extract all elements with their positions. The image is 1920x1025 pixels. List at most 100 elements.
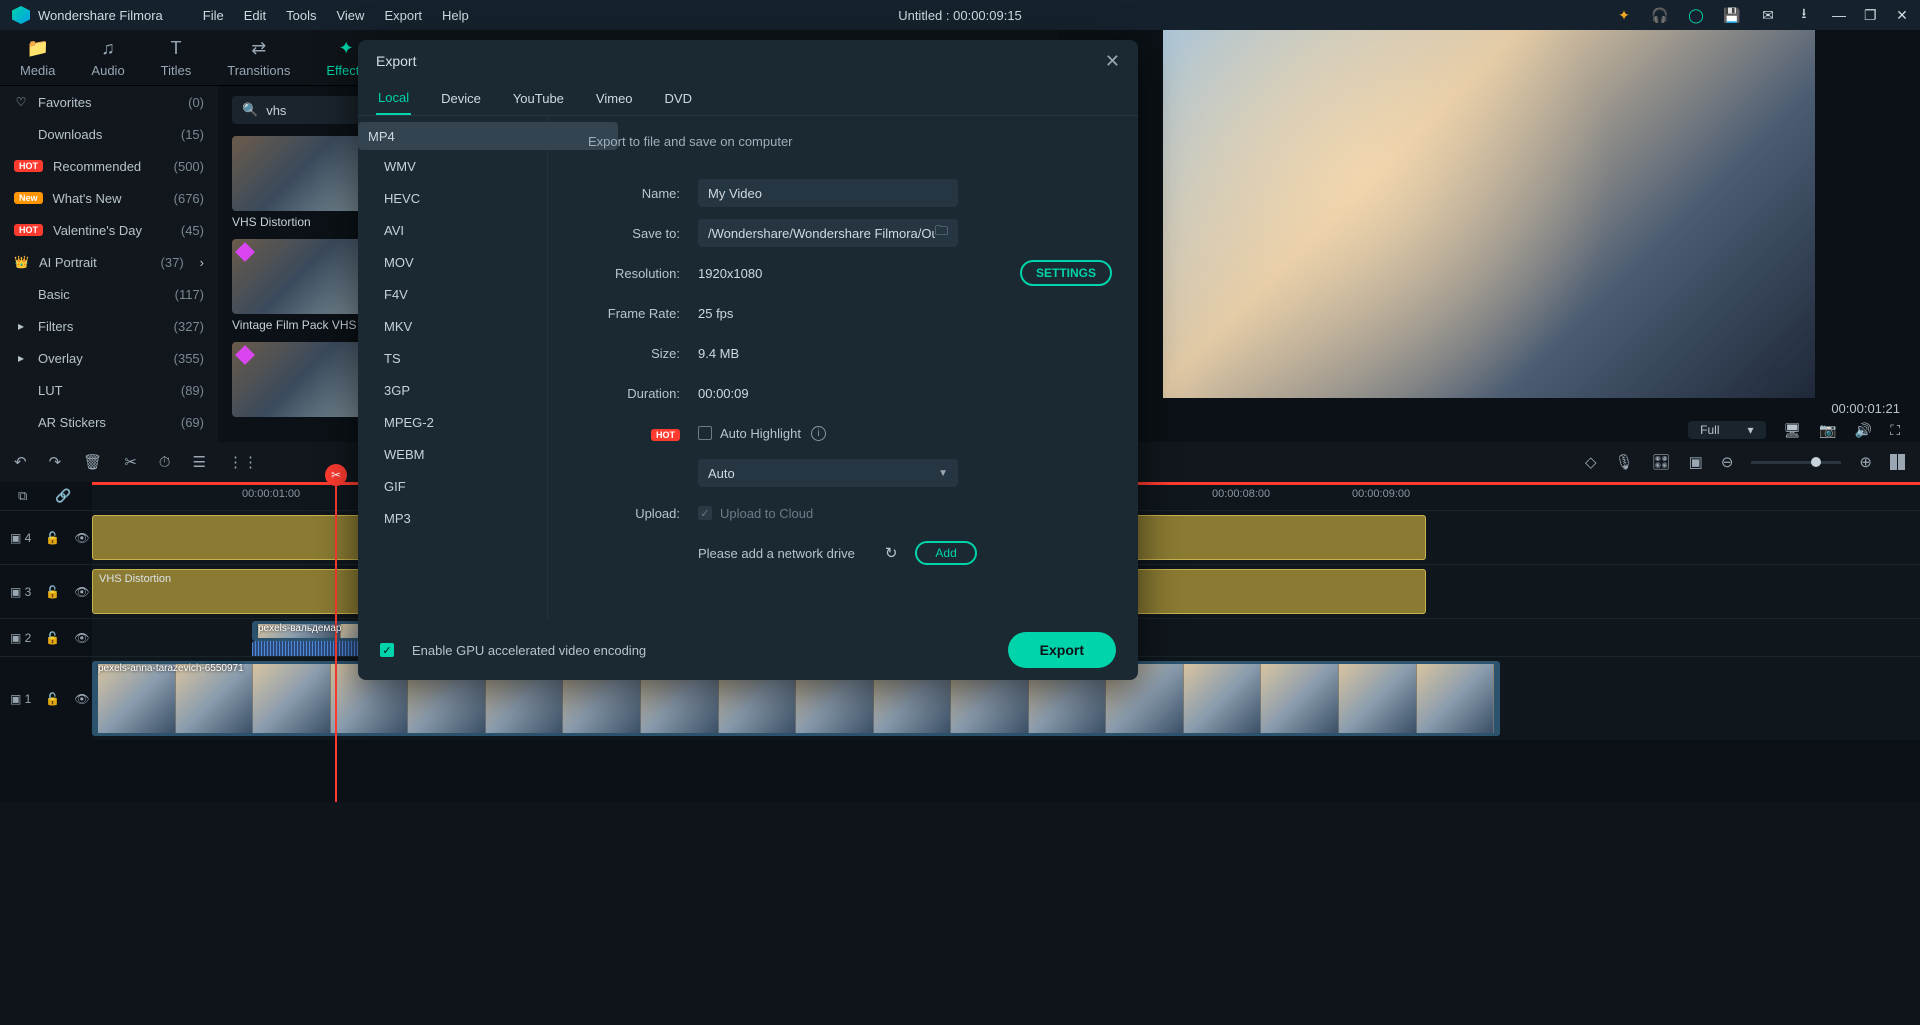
tab-audio[interactable]: ♫Audio xyxy=(91,38,124,78)
volume-icon[interactable]: 🔊 xyxy=(1855,422,1872,439)
export-tab-device[interactable]: Device xyxy=(439,83,483,114)
preview-video[interactable] xyxy=(1163,30,1815,398)
close-button[interactable]: ✕ xyxy=(1896,7,1908,24)
category-recommended[interactable]: HOTRecommended(500) xyxy=(0,150,218,182)
zoom-out-icon[interactable]: ⊖ xyxy=(1721,453,1734,471)
gpu-checkbox[interactable]: ✓ xyxy=(380,643,394,657)
category-lut[interactable]: LUT(89) xyxy=(0,374,218,406)
auto-highlight-label: Auto Highlight xyxy=(720,426,801,441)
undo-icon[interactable]: ↶ xyxy=(14,453,27,471)
delete-icon[interactable]: 🗑 xyxy=(83,453,102,471)
export-tab-vimeo[interactable]: Vimeo xyxy=(594,83,635,114)
category-ar-stickers[interactable]: AR Stickers(69) xyxy=(0,406,218,438)
menu-edit[interactable]: Edit xyxy=(234,8,276,23)
chevron-right-icon: › xyxy=(200,255,204,270)
lock-icon[interactable]: 🔓 xyxy=(45,585,60,599)
category-what-s-new[interactable]: NewWhat's New(676) xyxy=(0,182,218,214)
format-f4v[interactable]: F4V xyxy=(358,278,547,310)
category-downloads[interactable]: Downloads(15) xyxy=(0,118,218,150)
dialog-close-button[interactable]: ✕ xyxy=(1105,51,1120,72)
headphones-icon[interactable]: 🎧 xyxy=(1652,7,1668,23)
playhead-cursor[interactable]: ✂ xyxy=(335,482,337,802)
fullscreen-icon[interactable]: ⛶ xyxy=(1890,422,1900,439)
effect-thumb[interactable] xyxy=(232,342,362,421)
link-icon[interactable]: 🔗 xyxy=(55,488,71,504)
name-input[interactable]: My Video xyxy=(698,179,958,207)
visibility-icon[interactable]: 👁 xyxy=(74,585,89,599)
format-wmv[interactable]: WMV xyxy=(358,150,547,182)
format-gif[interactable]: GIF xyxy=(358,470,547,502)
export-button[interactable]: Export xyxy=(1008,632,1116,668)
marker-icon[interactable]: ◇ xyxy=(1585,453,1597,471)
audio-fx-icon[interactable]: ⋮⋮ xyxy=(228,453,258,471)
export-tab-youtube[interactable]: YouTube xyxy=(511,83,566,114)
visibility-icon[interactable]: 👁 xyxy=(74,531,89,545)
speed-icon[interactable]: ⏱ xyxy=(159,454,171,471)
folder-icon[interactable]: 🗀 xyxy=(935,222,948,244)
effect-thumb[interactable]: VHS Distortion xyxy=(232,136,362,229)
category-overlay[interactable]: ▸Overlay(355) xyxy=(0,342,218,374)
settings-button[interactable]: SETTINGS xyxy=(1020,260,1112,286)
effect-thumb[interactable]: Vintage Film Pack VHS xyxy=(232,239,362,332)
zoom-fit-icon[interactable] xyxy=(1890,454,1906,470)
snapshot-icon[interactable]: 📷 xyxy=(1819,422,1836,439)
download-icon[interactable]: ⭳ xyxy=(1796,7,1812,23)
playhead-grip-icon[interactable]: ✂ xyxy=(325,464,347,486)
redo-icon[interactable]: ↷ xyxy=(49,453,62,471)
preview-quality-select[interactable]: Full▾ xyxy=(1688,421,1765,439)
maximize-button[interactable]: ❐ xyxy=(1864,7,1876,24)
render-icon[interactable]: ▣ xyxy=(1689,453,1703,471)
mail-icon[interactable]: ✉ xyxy=(1760,7,1776,23)
zoom-in-icon[interactable]: ⊕ xyxy=(1859,453,1872,471)
tab-media[interactable]: 📁Media xyxy=(20,38,55,78)
menu-view[interactable]: View xyxy=(326,8,374,23)
timeline-mode-icon[interactable]: ⧉ xyxy=(18,488,27,504)
category-ai-portrait[interactable]: 👑AI Portrait(37)› xyxy=(0,246,218,278)
add-drive-button[interactable]: Add xyxy=(915,541,976,565)
cut-icon[interactable]: ✂ xyxy=(124,453,137,471)
auto-highlight-select[interactable]: Auto▼ xyxy=(698,459,958,487)
save-to-input[interactable]: /Wondershare/Wondershare Filmora/Output … xyxy=(698,219,958,247)
upload-cloud-checkbox[interactable]: ✓ xyxy=(698,506,712,520)
refresh-icon[interactable]: ↻ xyxy=(885,544,898,562)
visibility-icon[interactable]: 👁 xyxy=(74,631,89,645)
display-icon[interactable]: 🖥 xyxy=(1784,422,1802,439)
mixer-icon[interactable]: 🎛 xyxy=(1652,453,1671,471)
auto-highlight-checkbox[interactable] xyxy=(698,426,712,440)
lock-icon[interactable]: 🔓 xyxy=(45,692,60,706)
account-icon[interactable]: ◯ xyxy=(1688,7,1704,23)
format-mkv[interactable]: MKV xyxy=(358,310,547,342)
tab-titles[interactable]: TTitles xyxy=(161,38,192,78)
category-favorites[interactable]: ♡Favorites(0) xyxy=(0,86,218,118)
lock-icon[interactable]: 🔓 xyxy=(45,631,60,645)
idea-icon[interactable]: ✦ xyxy=(1616,7,1632,23)
category-filters[interactable]: ▸Filters(327) xyxy=(0,310,218,342)
export-tab-local[interactable]: Local xyxy=(376,82,411,115)
menu-file[interactable]: File xyxy=(193,8,234,23)
format-ts[interactable]: TS xyxy=(358,342,547,374)
format-mov[interactable]: MOV xyxy=(358,246,547,278)
adjust-icon[interactable]: ☰ xyxy=(192,453,205,471)
format-avi[interactable]: AVI xyxy=(358,214,547,246)
menu-export[interactable]: Export xyxy=(374,8,432,23)
info-icon[interactable]: i xyxy=(811,426,826,441)
lock-icon[interactable]: 🔓 xyxy=(45,531,60,545)
category-valentine-s-day[interactable]: HOTValentine's Day(45) xyxy=(0,214,218,246)
zoom-slider[interactable] xyxy=(1751,461,1841,464)
format-webm[interactable]: WEBM xyxy=(358,438,547,470)
menu-tools[interactable]: Tools xyxy=(276,8,326,23)
tab-transitions[interactable]: ⇄Transitions xyxy=(227,38,290,78)
export-tab-dvd[interactable]: DVD xyxy=(663,83,694,114)
minimize-button[interactable]: — xyxy=(1832,7,1844,23)
save-icon[interactable]: 💾 xyxy=(1724,7,1740,23)
format-mp3[interactable]: MP3 xyxy=(358,502,547,534)
new-badge: New xyxy=(14,192,43,204)
format-mpeg-2[interactable]: MPEG-2 xyxy=(358,406,547,438)
menu-help[interactable]: Help xyxy=(432,8,479,23)
format-3gp[interactable]: 3GP xyxy=(358,374,547,406)
voiceover-icon[interactable]: 🎙 xyxy=(1615,453,1634,471)
category-basic[interactable]: Basic(117) xyxy=(0,278,218,310)
visibility-icon[interactable]: 👁 xyxy=(74,692,89,706)
export-dialog: Export ✕ LocalDeviceYouTubeVimeoDVD MP4W… xyxy=(358,40,1138,680)
format-hevc[interactable]: HEVC xyxy=(358,182,547,214)
